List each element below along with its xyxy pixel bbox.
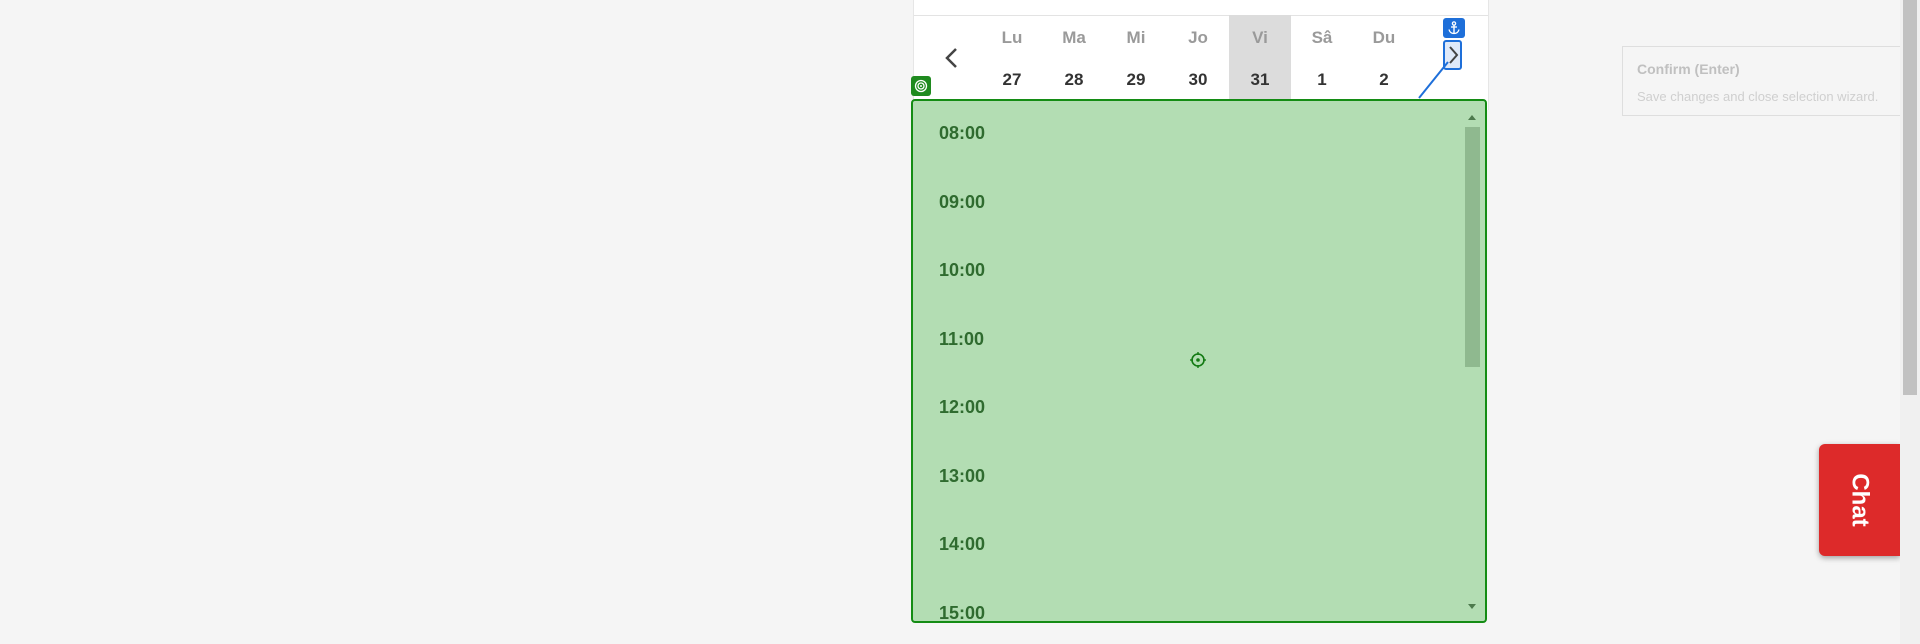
day-column[interactable]: Lu 27 (981, 15, 1043, 102)
tooltip-title: Confirm (Enter) (1637, 61, 1740, 77)
day-column[interactable]: Du 2 (1353, 15, 1415, 102)
day-number: 30 (1188, 70, 1208, 89)
crosshair-icon (1190, 352, 1206, 368)
day-number: 29 (1126, 70, 1146, 89)
day-name: Du (1372, 28, 1396, 47)
anchor-connector-line (1418, 61, 1449, 99)
day-column[interactable]: Ma 28 (1043, 15, 1105, 102)
day-name: Jo (1188, 28, 1208, 47)
page-scrollbar-thumb[interactable] (1903, 0, 1917, 395)
tooltip-description: Save changes and close selection wizard. (1637, 89, 1879, 104)
time-slot[interactable]: 10:00 (939, 260, 1019, 281)
scroll-up-arrow-icon[interactable] (1468, 115, 1476, 120)
day-strip: Lu 27 Ma 28 Mi 29 Jo 30 Vi 31 Sâ 1 Du 2 (981, 15, 1415, 102)
time-slot[interactable]: 11:00 (939, 329, 1019, 350)
day-number: 31 (1250, 70, 1270, 89)
time-slot[interactable]: 14:00 (939, 534, 1019, 555)
time-slot[interactable]: 12:00 (939, 397, 1019, 418)
time-slot[interactable]: 15:00 (939, 603, 1019, 621)
day-number: 1 (1317, 70, 1327, 89)
day-column-selected[interactable]: Vi 31 (1229, 15, 1291, 102)
day-column[interactable]: Sâ 1 (1291, 15, 1353, 102)
region-badge (911, 76, 931, 96)
day-name: Ma (1062, 28, 1086, 47)
day-number: 2 (1379, 70, 1389, 89)
chevron-left-icon (945, 48, 957, 68)
confirm-tooltip: Confirm (Enter) Save changes and close s… (1622, 46, 1918, 116)
day-column[interactable]: Jo 30 (1167, 15, 1229, 102)
page-scrollbar[interactable] (1900, 0, 1920, 644)
scroll-down-arrow-icon[interactable] (1468, 604, 1476, 609)
time-slot[interactable]: 09:00 (939, 192, 1019, 213)
target-icon (914, 79, 928, 93)
chat-label: Chat (1846, 473, 1874, 527)
anchor-icon (1448, 21, 1460, 35)
scrollbar-thumb[interactable] (1465, 127, 1480, 367)
anchor-badge (1443, 18, 1465, 38)
day-number: 28 (1064, 70, 1084, 89)
day-name: Lu (1001, 28, 1023, 47)
time-slot[interactable]: 08:00 (939, 123, 1019, 144)
day-number: 27 (1002, 70, 1022, 89)
day-name: Vi (1252, 28, 1268, 47)
time-slot[interactable]: 13:00 (939, 466, 1019, 487)
chat-button[interactable]: Chat (1819, 444, 1900, 556)
previous-week-button[interactable] (934, 40, 970, 76)
day-column[interactable]: Mi 29 (1105, 15, 1167, 102)
list-scrollbar[interactable] (1463, 105, 1481, 617)
day-name: Mi (1126, 28, 1146, 47)
day-name: Sâ (1311, 28, 1333, 47)
